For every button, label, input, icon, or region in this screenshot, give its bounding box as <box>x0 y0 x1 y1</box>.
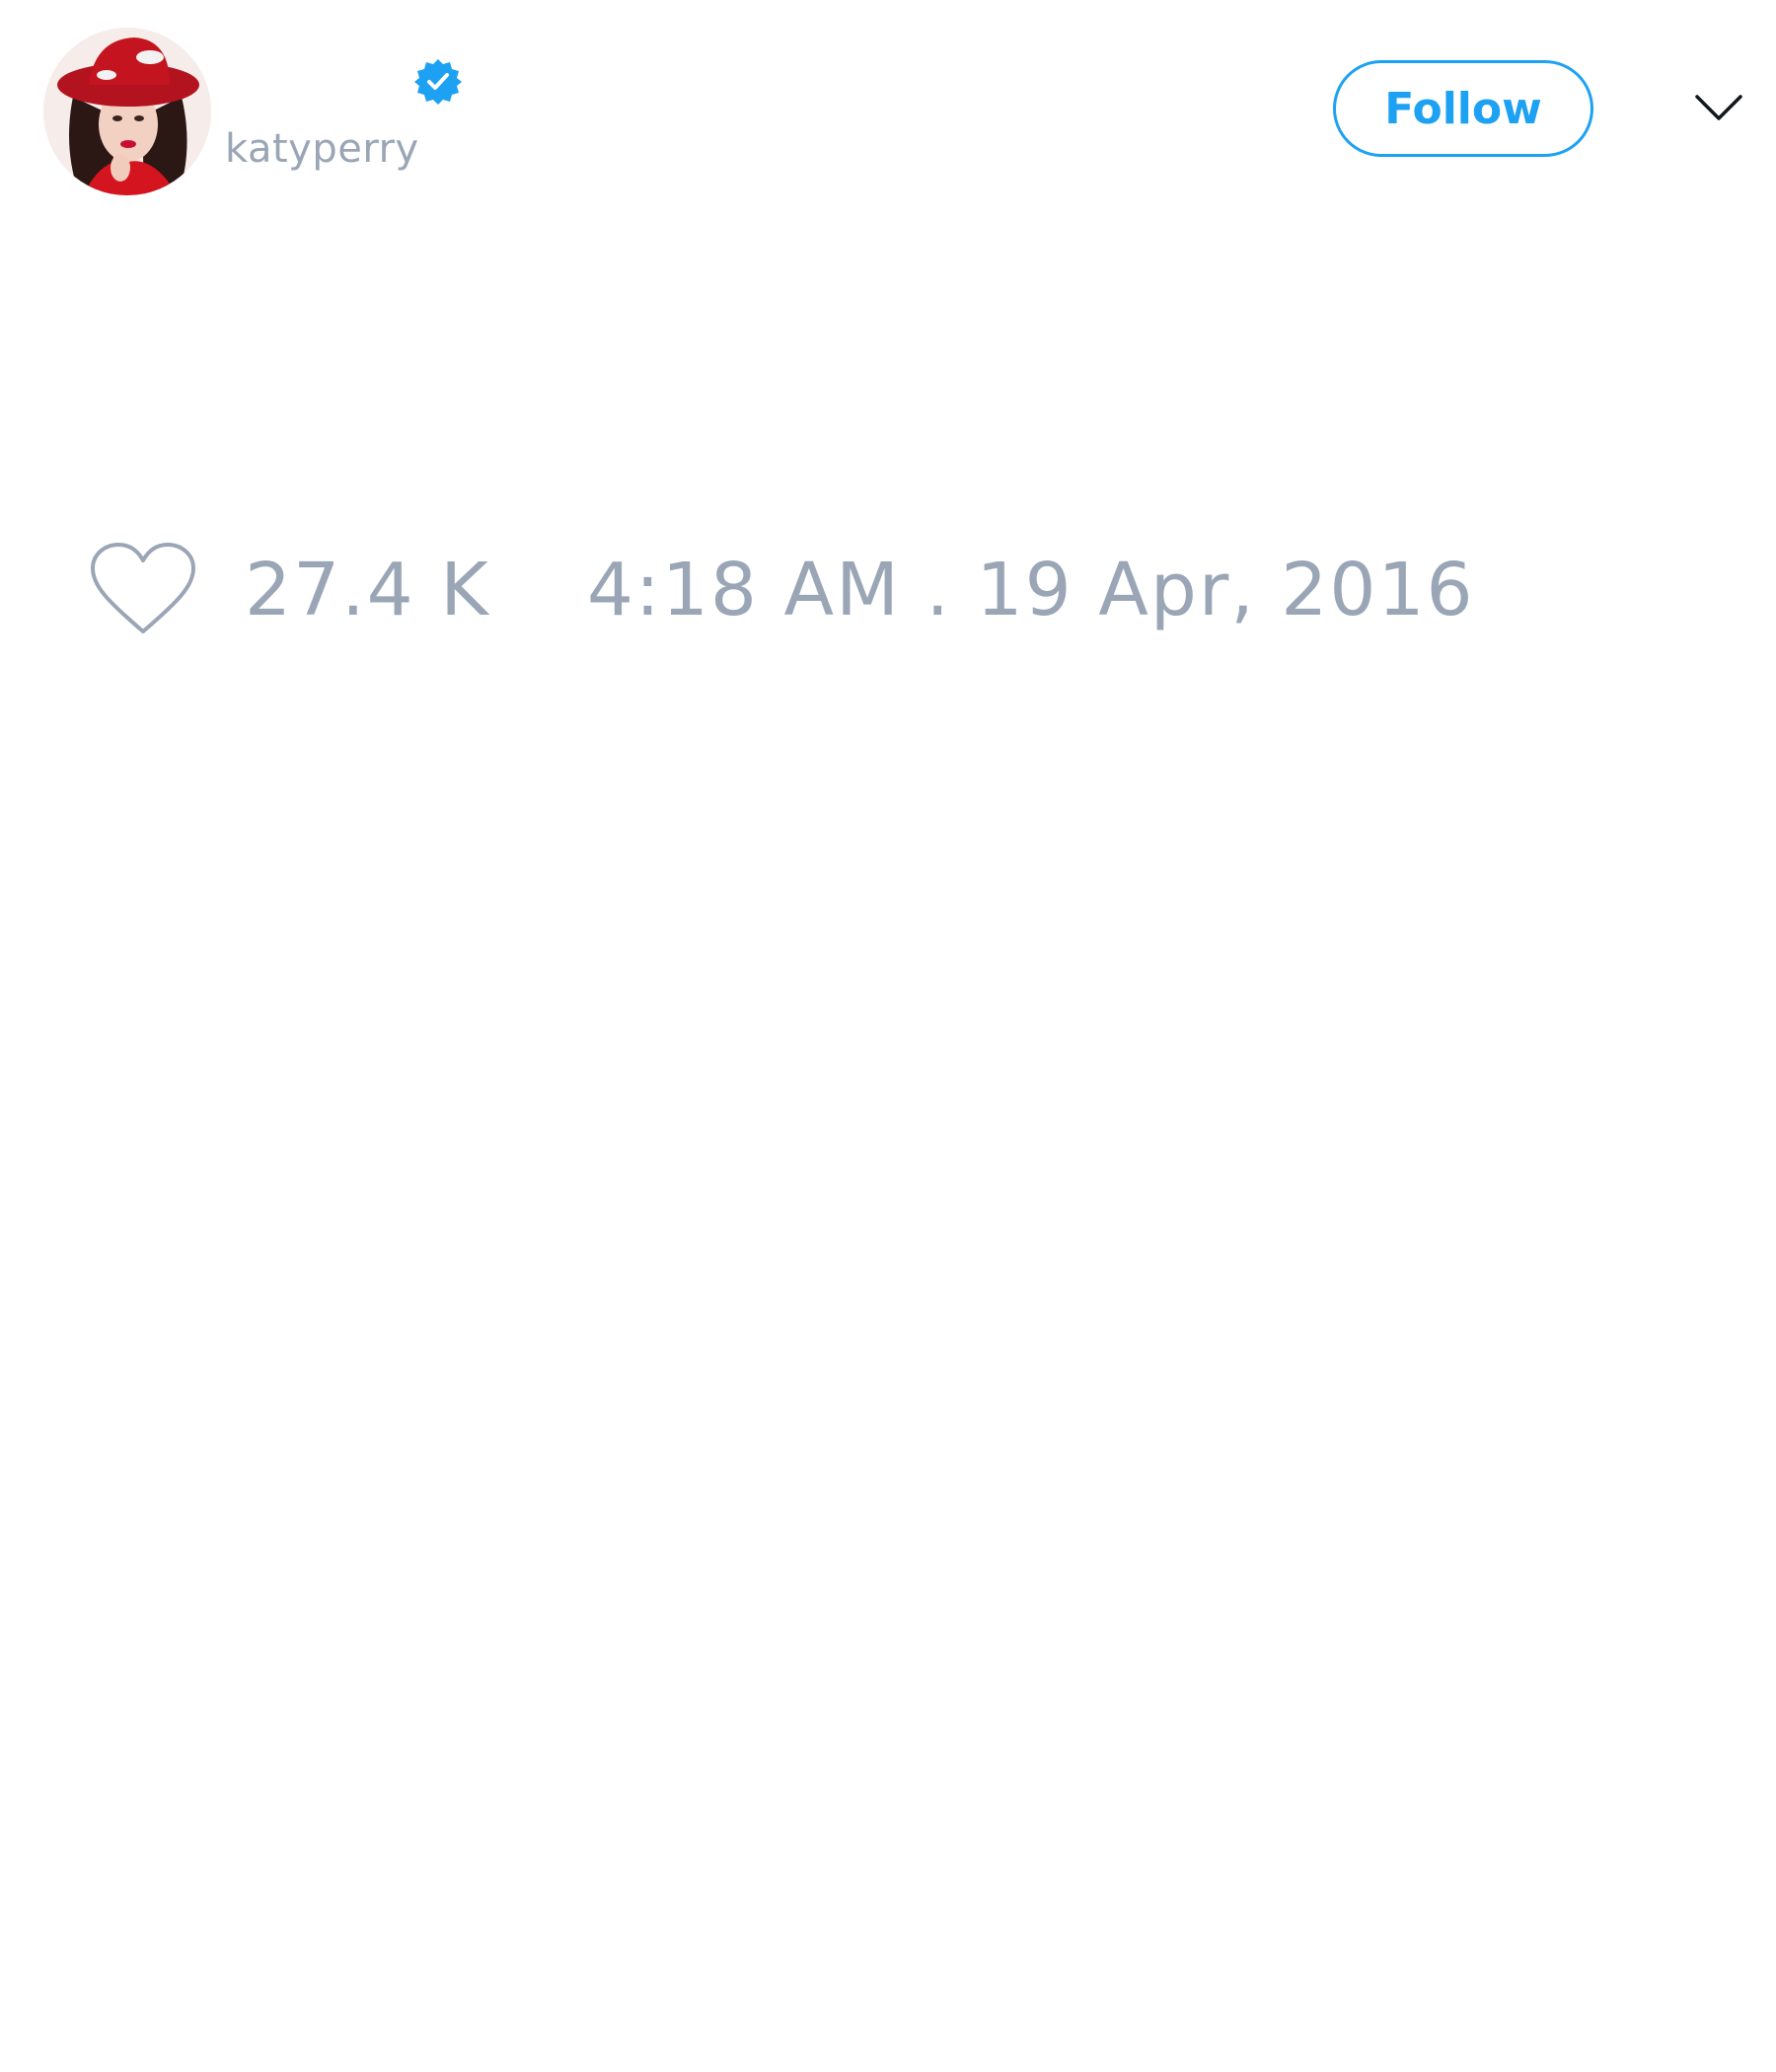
avatar-image <box>43 28 211 195</box>
user-handle[interactable]: katyperry <box>225 126 419 172</box>
like-count: 27.4 K <box>245 548 490 632</box>
verified-badge-icon <box>412 56 464 108</box>
chevron-down-icon[interactable] <box>1693 91 1744 126</box>
display-name-row <box>225 47 464 116</box>
follow-button[interactable]: Follow <box>1333 60 1593 157</box>
avatar[interactable] <box>43 28 211 195</box>
heart-outline-icon[interactable] <box>89 541 197 639</box>
tweet-text <box>59 227 1717 523</box>
tweet-meta-row: 27.4 K 4:18 AM . 19 Apr, 2016 <box>89 541 1475 639</box>
tweet-timestamp[interactable]: 4:18 AM . 19 Apr, 2016 <box>587 548 1475 632</box>
tweet-header: katyperry Follow <box>0 0 1776 227</box>
